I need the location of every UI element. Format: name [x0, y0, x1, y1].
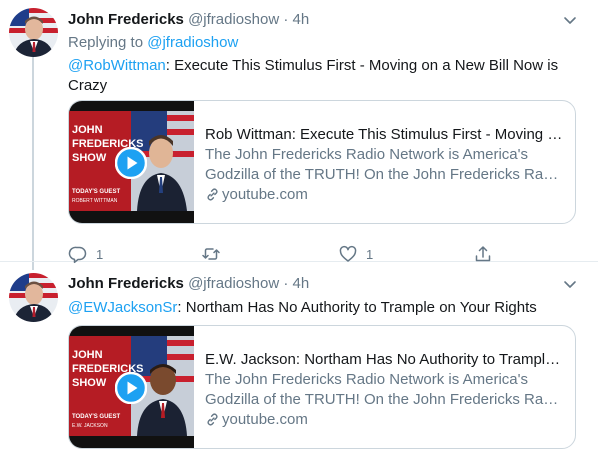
share-icon	[475, 246, 491, 262]
tweet-header: John Fredericks @jfradioshow · 4h	[68, 10, 580, 30]
user-handle[interactable]: @jfradioshow	[188, 275, 279, 292]
mention-link[interactable]: @EWJacksonSr	[68, 299, 177, 316]
card-description: The John Fredericks Radio Network is Ame…	[205, 145, 563, 185]
like-button[interactable]: 1	[338, 244, 373, 264]
card-thumbnail: JOHN FREDERICKS SHOW TODAY'S GUEST E.W. …	[69, 326, 194, 448]
thumb-text-1: JOHN	[72, 349, 103, 361]
avatar[interactable]	[9, 273, 58, 322]
like-icon	[339, 245, 357, 262]
thumb-text-5: ROBERT WITTMAN	[72, 198, 118, 204]
timeline: John Fredericks @jfradioshow · 4h Replyi…	[0, 0, 598, 452]
tweet-content: John Fredericks @jfradioshow · 4h Replyi…	[68, 10, 580, 264]
card-domain-text: youtube.com	[222, 411, 308, 428]
card-description-line-1: The John Fredericks Radio Network is Ame…	[205, 146, 528, 163]
tweet-text: @EWJacksonSr: Northam Has No Authority t…	[68, 298, 580, 318]
thumb-text-4: TODAY'S GUEST	[72, 189, 120, 195]
reply-count: 1	[96, 246, 104, 262]
user-handle[interactable]: @jfradioshow	[188, 11, 279, 28]
tweet[interactable]: John Fredericks @jfradioshow · 4h @EWJac…	[0, 263, 598, 452]
card-domain: youtube.com	[205, 185, 563, 205]
card-title: Rob Wittman: Execute This Stimulus First…	[205, 126, 563, 143]
thumb-text-4: TODAY'S GUEST	[72, 414, 120, 420]
chevron-down-icon[interactable]	[560, 10, 580, 30]
thumb-text-1: JOHN	[72, 124, 103, 136]
thumb-text-3: SHOW	[72, 377, 107, 389]
display-name[interactable]: John Fredericks	[68, 275, 184, 292]
link-icon	[207, 413, 218, 426]
tweet[interactable]: John Fredericks @jfradioshow · 4h Replyi…	[0, 0, 598, 264]
tweet-content: John Fredericks @jfradioshow · 4h @EWJac…	[68, 274, 580, 449]
replying-to: Replying to @jfradioshow	[68, 33, 580, 53]
timestamp[interactable]: 4h	[293, 11, 310, 28]
card-title: E.W. Jackson: Northam Has No Authority t…	[205, 351, 563, 368]
retweet-button[interactable]	[201, 244, 229, 264]
play-icon[interactable]	[115, 147, 147, 179]
retweet-icon	[202, 248, 220, 260]
play-icon[interactable]	[115, 372, 147, 404]
card-description: The John Fredericks Radio Network is Ame…	[205, 370, 563, 410]
card-description-line-2: Godzilla of the TRUTH! On the John Frede…	[205, 166, 563, 183]
separator-dot: ·	[283, 11, 289, 28]
link-card[interactable]: JOHN FREDERICKS SHOW TODAY'S GUEST E.W. …	[68, 325, 576, 449]
separator-dot: ·	[283, 275, 289, 292]
card-description-line-2: Godzilla of the TRUTH! On the John Frede…	[205, 391, 563, 408]
card-body: Rob Wittman: Execute This Stimulus First…	[205, 125, 563, 205]
replying-to-label: Replying to	[68, 34, 144, 51]
avatar[interactable]	[9, 8, 58, 57]
card-domain-text: youtube.com	[222, 186, 308, 203]
like-count: 1	[366, 246, 374, 262]
tweet-body: : Northam Has No Authority to Trample on…	[177, 299, 537, 316]
card-domain: youtube.com	[205, 410, 563, 430]
tweet-header: John Fredericks @jfradioshow · 4h	[68, 274, 580, 294]
chevron-down-icon[interactable]	[560, 274, 580, 294]
reply-button[interactable]: 1	[68, 244, 103, 264]
link-card[interactable]: JOHN FREDERICKS SHOW TODAY'S GUEST ROBER…	[68, 100, 576, 224]
share-button[interactable]	[473, 244, 493, 264]
card-thumbnail: JOHN FREDERICKS SHOW TODAY'S GUEST ROBER…	[69, 101, 194, 223]
link-icon	[207, 188, 218, 201]
replying-to-handle[interactable]: @jfradioshow	[147, 34, 238, 51]
timestamp[interactable]: 4h	[293, 275, 310, 292]
card-description-line-1: The John Fredericks Radio Network is Ame…	[205, 371, 528, 388]
tweet-actions: 1 1	[68, 244, 498, 264]
mention-link[interactable]: @RobWittman	[68, 57, 166, 74]
thumb-text-5: E.W. JACKSON	[72, 423, 108, 429]
card-body: E.W. Jackson: Northam Has No Authority t…	[205, 350, 563, 430]
reply-icon	[68, 246, 87, 264]
display-name[interactable]: John Fredericks	[68, 11, 184, 28]
thumb-text-3: SHOW	[72, 152, 107, 164]
tweet-text: @RobWittman: Execute This Stimulus First…	[68, 56, 580, 96]
